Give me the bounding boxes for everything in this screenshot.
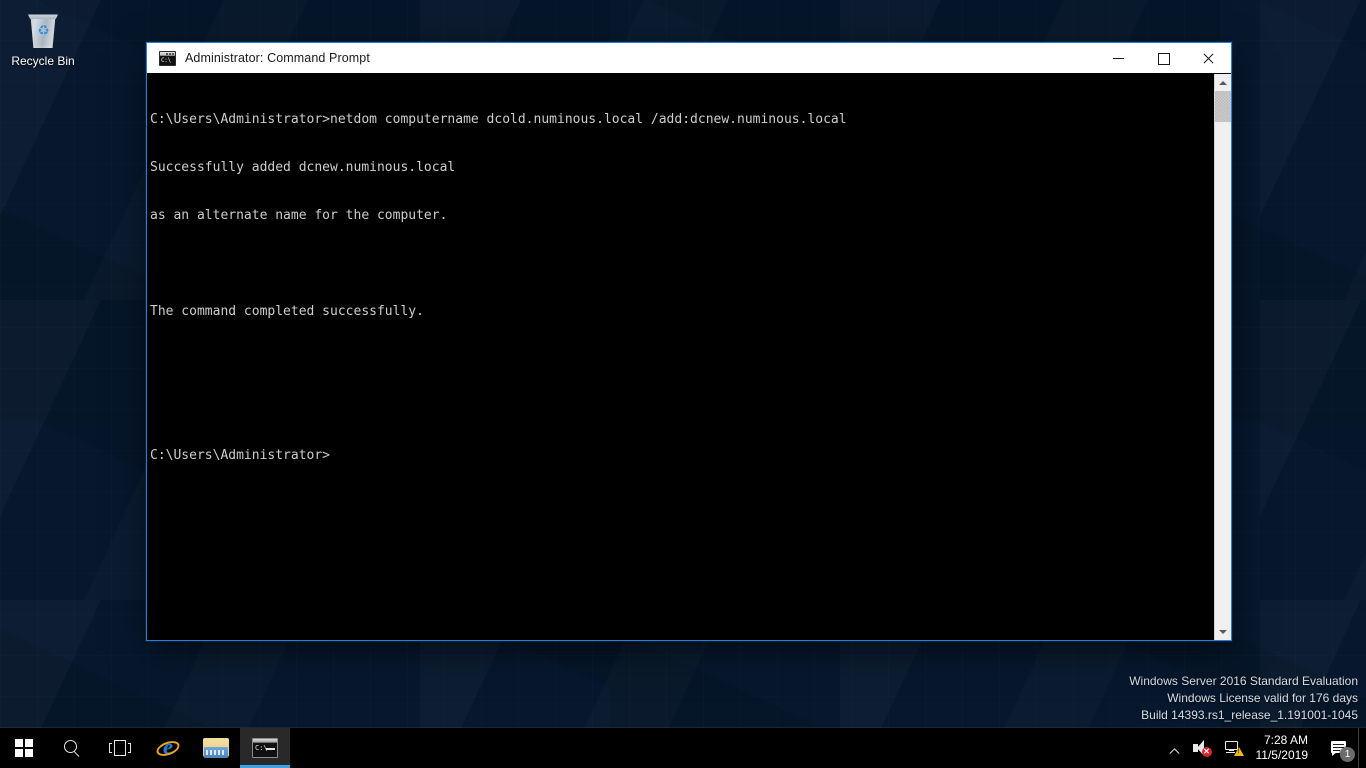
console-line: Successfully added dcnew.numinous.local [150, 160, 456, 175]
network-warning-icon: ! [1224, 740, 1244, 756]
folder-icon [203, 738, 229, 758]
window-titlebar[interactable]: C:\ Administrator: Command Prompt [147, 43, 1231, 73]
file-explorer-button[interactable] [192, 728, 240, 768]
system-tray[interactable]: ✕ ! 7:28 AM 11/5/2019 1 [1162, 728, 1366, 768]
show-desktop-button[interactable] [1358, 728, 1366, 768]
notification-count-badge: 1 [1340, 747, 1355, 762]
network-warning-badge: ! [1237, 749, 1240, 755]
network-button[interactable]: ! [1218, 728, 1250, 768]
window-body: C:\Users\Administrator>netdom computerna… [147, 73, 1231, 640]
console-line: as an alternate name for the computer. [150, 208, 448, 223]
console-output[interactable]: C:\Users\Administrator>netdom computerna… [147, 74, 1214, 640]
watermark-line-build: Build 14393.rs1_release_1.191001-1045 [1141, 708, 1358, 722]
scrollbar-track[interactable] [1215, 91, 1231, 623]
search-button[interactable] [48, 728, 96, 768]
scroll-down-icon [1219, 629, 1227, 634]
chevron-up-icon [1169, 743, 1179, 753]
evaluation-watermark: Windows Server 2016 Standard Evaluation … [1129, 673, 1358, 724]
clock-time: 7:28 AM [1263, 733, 1308, 747]
cmd-icon: C:\ [252, 738, 278, 758]
close-button[interactable] [1186, 43, 1231, 73]
volume-button[interactable]: ✕ [1186, 728, 1218, 768]
action-center-button[interactable]: 1 [1320, 728, 1358, 768]
minimize-button[interactable] [1096, 43, 1141, 73]
console-prompt-line: C:\Users\Administrator> [150, 448, 331, 463]
clock[interactable]: 7:28 AM 11/5/2019 [1250, 728, 1321, 768]
desktop[interactable]: ♻ Recycle Bin Windows Server 2016 Standa… [0, 0, 1366, 768]
desktop-icon-recycle-bin[interactable]: ♻ Recycle Bin [5, 8, 81, 84]
cmd-icon: C:\ [159, 50, 176, 66]
console-line: C:\Users\Administrator>netdom computerna… [150, 112, 847, 127]
window-caption-buttons[interactable] [1096, 43, 1231, 73]
window-title: Administrator: Command Prompt [185, 51, 370, 65]
mute-badge: ✕ [1201, 747, 1212, 757]
scroll-down-button[interactable] [1215, 623, 1231, 640]
console-line: The command completed successfully. [150, 304, 424, 319]
watermark-line-license: Windows License valid for 176 days [1167, 691, 1358, 705]
show-hidden-icons-button[interactable] [1162, 728, 1186, 768]
scroll-up-button[interactable] [1215, 74, 1231, 91]
command-prompt-window[interactable]: C:\ Administrator: Command Prompt C:\Use… [146, 42, 1232, 641]
search-icon [63, 739, 81, 757]
watermark-line-product: Windows Server 2016 Standard Evaluation [1129, 674, 1358, 688]
taskbar[interactable]: e C:\ ✕ ! 7:28 AM 11/5/2019 1 [0, 728, 1366, 768]
close-icon [1203, 53, 1214, 64]
maximize-icon [1158, 52, 1170, 65]
clock-date: 11/5/2019 [1255, 748, 1309, 762]
scroll-up-icon [1219, 80, 1227, 85]
command-prompt-taskbar-button[interactable]: C:\ [240, 728, 290, 768]
minimize-icon [1113, 53, 1124, 64]
task-view-button[interactable] [96, 728, 144, 768]
internet-explorer-icon: e [154, 735, 182, 760]
scrollbar-thumb[interactable] [1215, 91, 1231, 122]
cmd-icon-text: C:\ [161, 56, 171, 64]
internet-explorer-button[interactable]: e [144, 728, 192, 768]
recycle-bin-icon: ♻ [23, 10, 63, 50]
console-scrollbar[interactable] [1214, 74, 1231, 640]
windows-logo-icon [15, 739, 33, 757]
desktop-icon-label: Recycle Bin [11, 54, 75, 68]
speaker-muted-icon: ✕ [1192, 740, 1212, 757]
maximize-button[interactable] [1141, 43, 1186, 73]
start-button[interactable] [0, 728, 48, 768]
task-view-icon [109, 740, 131, 756]
